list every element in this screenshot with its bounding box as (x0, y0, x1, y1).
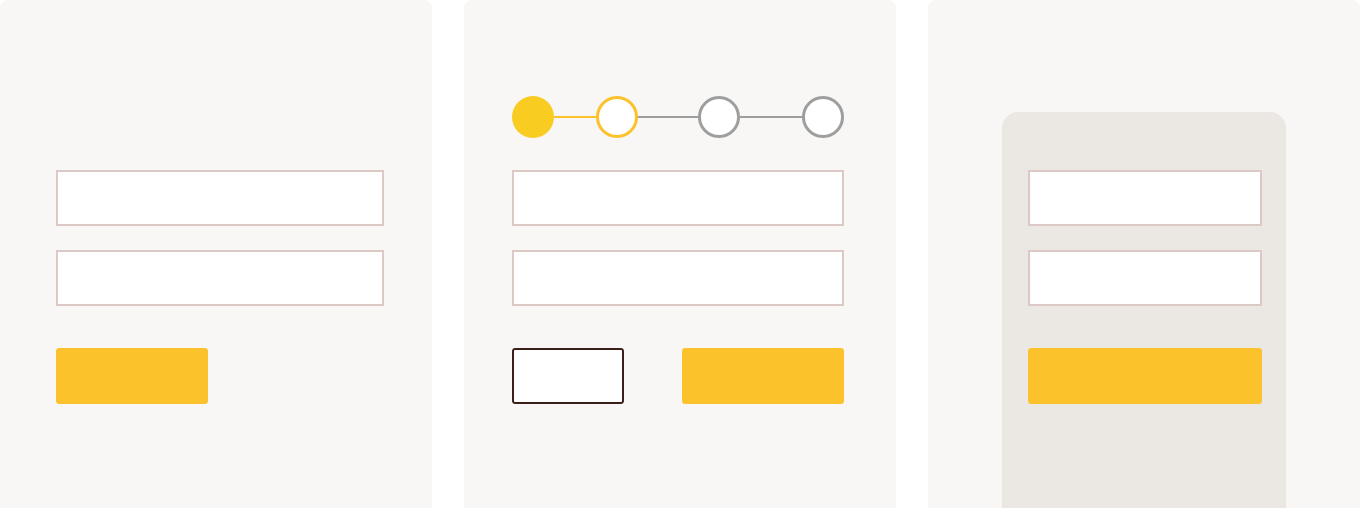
form-field-2[interactable] (512, 250, 844, 306)
submit-button[interactable] (1028, 348, 1262, 404)
next-button[interactable] (682, 348, 844, 404)
form-field-1[interactable] (512, 170, 844, 226)
back-button[interactable] (512, 348, 624, 404)
form-field-1[interactable] (56, 170, 384, 226)
step-3-upcoming-indicator (698, 96, 740, 138)
form-card (1002, 112, 1286, 508)
step-1-complete-indicator (512, 96, 554, 138)
submit-button[interactable] (56, 348, 208, 404)
multi-step-form-panel (464, 0, 896, 508)
step-4-upcoming-indicator (802, 96, 844, 138)
step-2-current-indicator (596, 96, 638, 138)
step-progress-indicator (512, 96, 844, 138)
card-form-panel (928, 0, 1360, 508)
form-field-1[interactable] (1028, 170, 1262, 226)
form-field-2[interactable] (56, 250, 384, 306)
simple-form-panel (0, 0, 432, 508)
form-field-2[interactable] (1028, 250, 1262, 306)
